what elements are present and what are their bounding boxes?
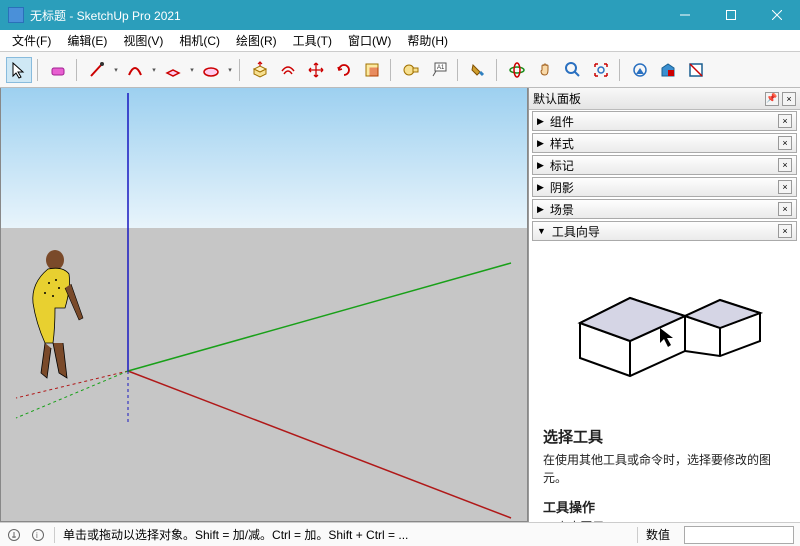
axis-green: [128, 263, 511, 371]
maximize-button[interactable]: [708, 0, 754, 30]
instructor-op-1: 1. 点击图元。: [543, 518, 786, 522]
menu-edit[interactable]: 编辑(E): [59, 29, 115, 52]
measurement-label: 数值: [646, 526, 670, 543]
row-close-icon[interactable]: ×: [778, 136, 792, 150]
orbit-tool-button[interactable]: [504, 57, 530, 83]
eraser-tool-button[interactable]: [45, 57, 71, 83]
status-separator: [54, 527, 55, 543]
text-tool-button[interactable]: A1: [426, 57, 452, 83]
line-tool-dropdown[interactable]: ▾: [112, 66, 120, 74]
move-tool-button[interactable]: [303, 57, 329, 83]
status-bar: i 单击或拖动以选择对象。Shift = 加/减。Ctrl = 加。Shift …: [0, 522, 800, 546]
instructor-title: 选择工具: [543, 426, 786, 447]
tray-header[interactable]: 默认面板 📌 ×: [529, 88, 800, 110]
layout-button[interactable]: [683, 57, 709, 83]
status-hint: 单击或拖动以选择对象。Shift = 加/减。Ctrl = 加。Shift + …: [63, 526, 408, 543]
app-icon: [8, 7, 24, 23]
row-close-icon[interactable]: ×: [778, 114, 792, 128]
svg-text:i: i: [36, 531, 38, 540]
ext-warehouse-button[interactable]: [655, 57, 681, 83]
arc-tool-button[interactable]: [122, 57, 148, 83]
menu-bar: 文件(F) 编辑(E) 视图(V) 相机(C) 绘图(R) 工具(T) 窗口(W…: [0, 30, 800, 52]
row-close-icon[interactable]: ×: [778, 224, 792, 238]
viewport-3d[interactable]: [0, 88, 528, 522]
arc-tool-dropdown[interactable]: ▾: [150, 66, 158, 74]
tray-row-styles[interactable]: ▶样式×: [532, 133, 797, 153]
tray-title: 默认面板: [533, 90, 581, 107]
row-close-icon[interactable]: ×: [778, 180, 792, 194]
measurement-input[interactable]: [684, 526, 794, 544]
tray-row-instructor[interactable]: ▼工具向导×: [532, 221, 797, 241]
select-tool-button[interactable]: [6, 57, 32, 83]
minimize-button[interactable]: [662, 0, 708, 30]
toolbar-separator: [37, 59, 43, 81]
credits-icon[interactable]: i: [30, 527, 46, 543]
toolbar-separator: [76, 59, 82, 81]
scale-tool-button[interactable]: [359, 57, 385, 83]
instructor-ops-title: 工具操作: [543, 497, 786, 516]
tray-row-shadows[interactable]: ▶阴影×: [532, 177, 797, 197]
tray-row-tags[interactable]: ▶标记×: [532, 155, 797, 175]
zoom-tool-button[interactable]: [560, 57, 586, 83]
circle-tool-dropdown[interactable]: ▾: [226, 66, 234, 74]
menu-tools[interactable]: 工具(T): [285, 29, 340, 52]
warehouse-button[interactable]: [627, 57, 653, 83]
menu-file[interactable]: 文件(F): [4, 29, 59, 52]
svg-text:A1: A1: [437, 65, 445, 71]
line-tool-button[interactable]: [84, 57, 110, 83]
toolbar-separator: [496, 59, 502, 81]
instructor-desc: 在使用其他工具或命令时，选择要修改的图元。: [543, 451, 786, 487]
status-separator: [637, 527, 638, 543]
menu-view[interactable]: 视图(V): [115, 29, 171, 52]
row-close-icon[interactable]: ×: [778, 202, 792, 216]
tape-tool-button[interactable]: [398, 57, 424, 83]
circle-tool-button[interactable]: [198, 57, 224, 83]
menu-draw[interactable]: 绘图(R): [228, 29, 285, 52]
tray-row-scenes[interactable]: ▶场景×: [532, 199, 797, 219]
zoom-extents-button[interactable]: [588, 57, 614, 83]
offset-tool-button[interactable]: [275, 57, 301, 83]
menu-help[interactable]: 帮助(H): [399, 29, 456, 52]
tray-close-button[interactable]: ×: [782, 92, 796, 106]
menu-camera[interactable]: 相机(C): [171, 29, 228, 52]
toolbar-separator: [239, 59, 245, 81]
geolocation-icon[interactable]: [6, 527, 22, 543]
menu-window[interactable]: 窗口(W): [340, 29, 399, 52]
instructor-illustration: [560, 268, 770, 398]
tray-panel: 默认面板 📌 × ▶组件× ▶样式× ▶标记× ▶阴影× ▶场景× ▼工具向导×: [528, 88, 800, 522]
rotate-tool-button[interactable]: [331, 57, 357, 83]
toolbar: ▾ ▾ ▾ ▾ A1: [0, 52, 800, 88]
pan-tool-button[interactable]: [532, 57, 558, 83]
toolbar-separator: [619, 59, 625, 81]
instructor-body: 选择工具 在使用其他工具或命令时，选择要修改的图元。 工具操作 1. 点击图元。: [529, 242, 800, 522]
close-button[interactable]: [754, 0, 800, 30]
rectangle-tool-button[interactable]: [160, 57, 186, 83]
toolbar-separator: [390, 59, 396, 81]
paint-tool-button[interactable]: [465, 57, 491, 83]
rectangle-tool-dropdown[interactable]: ▾: [188, 66, 196, 74]
tray-pin-button[interactable]: 📌: [765, 92, 779, 106]
scale-figure: [33, 250, 83, 378]
tray-row-components[interactable]: ▶组件×: [532, 111, 797, 131]
axis-red: [128, 371, 511, 518]
pushpull-tool-button[interactable]: [247, 57, 273, 83]
row-close-icon[interactable]: ×: [778, 158, 792, 172]
toolbar-separator: [457, 59, 463, 81]
title-bar: 无标题 - SketchUp Pro 2021: [0, 0, 800, 30]
window-title: 无标题 - SketchUp Pro 2021: [30, 7, 662, 24]
